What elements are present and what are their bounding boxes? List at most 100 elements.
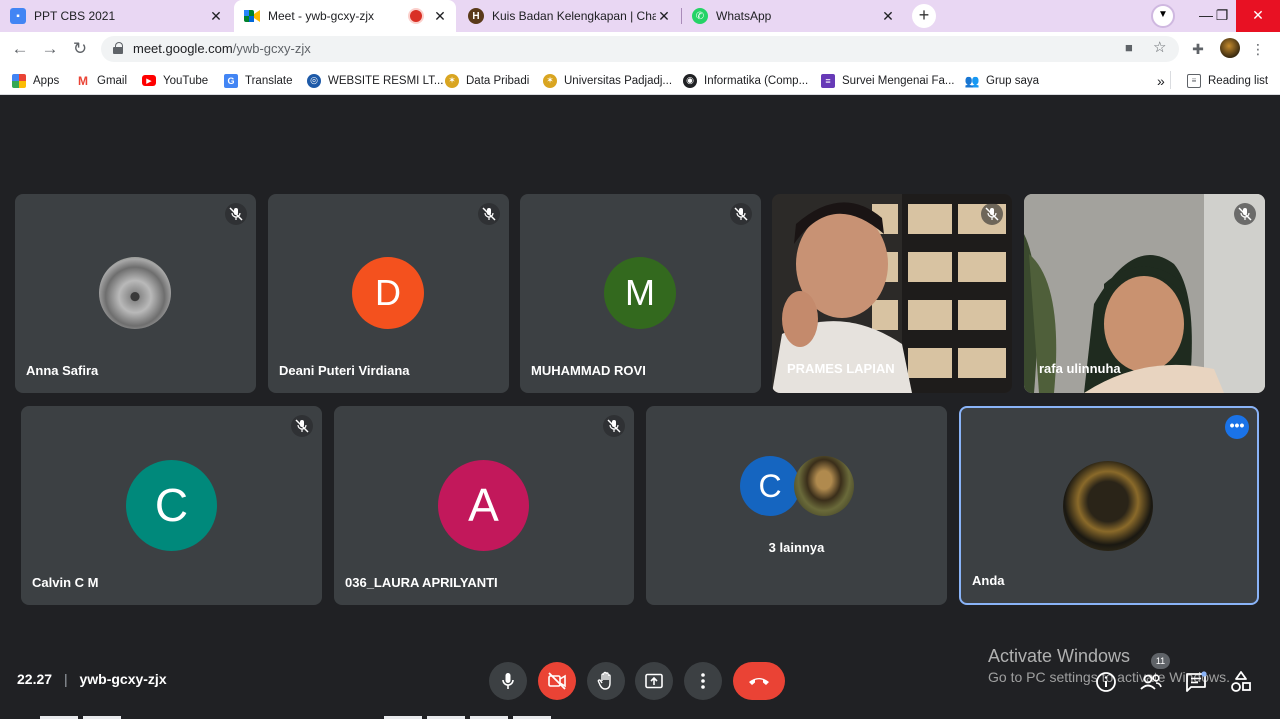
slides-icon: ▪	[10, 8, 26, 24]
forward-icon[interactable]: →	[38, 37, 62, 61]
chat-button[interactable]	[1184, 670, 1208, 694]
leave-call-button[interactable]	[733, 662, 785, 700]
others-count-label: 3 lainnya	[768, 540, 825, 555]
university-icon: ✶	[543, 73, 557, 88]
mic-off-icon	[730, 203, 752, 225]
globe-icon: ◉	[683, 73, 697, 88]
more-options-button[interactable]: •••	[1225, 415, 1249, 439]
participant-tile[interactable]: C Calvin C M	[21, 406, 322, 605]
windows-activation-title: Activate Windows	[988, 646, 1131, 666]
meet-icon	[244, 8, 260, 24]
forms-icon: ≡	[821, 73, 835, 88]
close-tab-icon[interactable]: ✕	[656, 8, 672, 25]
participant-initial-avatar: M	[604, 257, 676, 329]
participant-count-badge: 11	[1151, 653, 1170, 669]
camera-off-button[interactable]	[538, 662, 576, 700]
bookmark-star-icon[interactable]: ☆	[1153, 38, 1166, 56]
microphone-icon	[502, 673, 514, 689]
meeting-info: 22.27 | ywb-gcxy-zjx	[17, 671, 167, 687]
restore-icon[interactable]: ❐	[1208, 0, 1236, 32]
close-tab-icon[interactable]: ✕	[208, 8, 224, 25]
bookmark-website-resmi[interactable]: ◎ WEBSITE RESMI LT...	[307, 72, 443, 89]
kuis-icon: H	[468, 8, 484, 24]
hang-up-icon	[749, 678, 769, 685]
mic-off-icon	[225, 203, 247, 225]
mona-lisa-avatar	[794, 456, 854, 516]
shapes-icon	[1231, 671, 1251, 692]
bookmark-grup-saya[interactable]: 👥 Grup saya	[965, 72, 1039, 89]
lock-icon	[113, 42, 123, 54]
tab-kuis[interactable]: H Kuis Badan Kelengkapan | Charac ✕	[458, 0, 680, 32]
bookmark-translate[interactable]: G Translate	[224, 72, 293, 89]
tab-search-icon[interactable]: ▼	[1151, 4, 1175, 28]
reading-list-icon: ≡	[1187, 73, 1201, 88]
tab-ppt[interactable]: ▪ PPT CBS 2021 ✕	[0, 0, 232, 32]
bookmark-gmail[interactable]: M Gmail	[76, 72, 127, 89]
mic-off-icon	[981, 203, 1003, 225]
university-icon: ✶	[445, 73, 459, 88]
url-text: meet.google.com/ywb-gcxy-zjx	[133, 41, 311, 56]
address-bar[interactable]: meet.google.com/ywb-gcxy-zjx ■ ☆	[101, 36, 1179, 62]
chat-icon	[1186, 671, 1207, 692]
participant-initial-avatar: A	[438, 460, 529, 551]
tab-whatsapp[interactable]: ✆ WhatsApp ✕	[682, 0, 904, 32]
divider: |	[63, 671, 68, 687]
others-tile[interactable]: C 3 lainnya	[646, 406, 947, 605]
reload-icon[interactable]: ↻	[68, 37, 92, 61]
self-tile[interactable]: ••• Anda	[959, 406, 1259, 605]
more-bookmarks-icon[interactable]: »	[1157, 72, 1165, 89]
participant-tile[interactable]: D Deani Puteri Virdiana	[268, 194, 509, 393]
people-button[interactable]	[1139, 670, 1163, 694]
menu-kebab-icon[interactable]: ⋮	[1248, 39, 1268, 59]
participant-tile[interactable]: M MUHAMMAD ROVI	[520, 194, 761, 393]
participant-initial-avatar: C	[740, 456, 800, 516]
whatsapp-icon: ✆	[692, 8, 708, 24]
back-icon[interactable]: ←	[8, 37, 32, 61]
recording-icon	[410, 10, 422, 22]
tab-bar: ▪ PPT CBS 2021 ✕ Meet - ywb-gcxy-zjx ✕ H…	[0, 0, 1280, 32]
activities-button[interactable]	[1229, 670, 1253, 694]
mic-off-icon	[478, 203, 500, 225]
bookmark-youtube[interactable]: ▶ YouTube	[142, 72, 208, 89]
reading-list-button[interactable]: ≡ Reading list	[1187, 72, 1268, 89]
extensions-icon[interactable]: ✚	[1188, 39, 1208, 59]
more-options-button[interactable]	[684, 662, 722, 700]
profile-avatar[interactable]	[1220, 38, 1240, 58]
meeting-details-button[interactable]	[1094, 670, 1118, 694]
video-off-icon	[548, 672, 566, 690]
tab-meet[interactable]: Meet - ywb-gcxy-zjx ✕	[234, 0, 456, 32]
camera-icon[interactable]: ■	[1125, 40, 1133, 55]
globe-icon: ◎	[307, 73, 321, 88]
people-icon	[1140, 674, 1162, 690]
bookmark-survei[interactable]: ≡ Survei Mengenai Fa...	[821, 72, 955, 89]
bookmark-universitas[interactable]: ✶ Universitas Padjadj...	[543, 72, 672, 89]
close-tab-icon[interactable]: ✕	[432, 8, 448, 25]
participant-initial-avatar: C	[126, 460, 217, 551]
close-window-icon[interactable]: ✕	[1236, 0, 1280, 32]
self-avatar	[1063, 461, 1153, 551]
translate-icon: G	[224, 73, 238, 88]
present-screen-icon	[645, 673, 663, 689]
mic-off-icon	[1234, 203, 1256, 225]
participant-video-tile[interactable]: PRAMES LAPIAN	[772, 194, 1012, 393]
mic-button[interactable]	[489, 662, 527, 700]
participant-video-tile[interactable]: rafa ulinnuha	[1024, 194, 1265, 393]
gmail-icon: M	[76, 73, 90, 88]
mic-off-icon	[603, 415, 625, 437]
more-vert-icon	[701, 673, 705, 689]
close-tab-icon[interactable]: ✕	[880, 8, 896, 25]
participant-initial-avatar: D	[352, 257, 424, 329]
meet-stage: Anna Safira D Deani Puteri Virdiana M MU…	[0, 96, 1280, 719]
bookmark-data-pribadi[interactable]: ✶ Data Pribadi	[445, 72, 529, 89]
hand-icon	[597, 671, 611, 690]
present-button[interactable]	[635, 662, 673, 700]
browser-toolbar: ← → ↻ meet.google.com/ywb-gcxy-zjx ■ ☆ ✚…	[0, 32, 1280, 66]
koala-avatar	[99, 257, 171, 329]
participant-tile[interactable]: A 036_LAURA APRILYANTI	[334, 406, 634, 605]
new-tab-button[interactable]: +	[912, 4, 936, 28]
participant-tile[interactable]: Anna Safira	[15, 194, 256, 393]
bookmark-informatika[interactable]: ◉ Informatika (Comp...	[683, 72, 808, 89]
apps-grid-icon	[12, 73, 26, 88]
raise-hand-button[interactable]	[587, 662, 625, 700]
bookmark-apps[interactable]: Apps	[12, 72, 59, 89]
